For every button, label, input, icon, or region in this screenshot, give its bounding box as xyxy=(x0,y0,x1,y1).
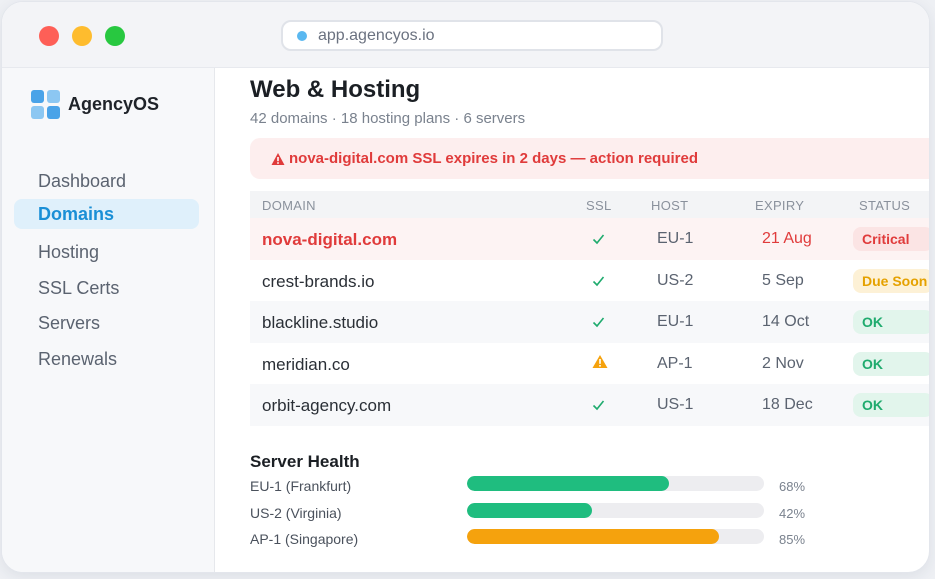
domain-cell[interactable]: nova-digital.com xyxy=(262,230,397,250)
server-label: EU-1 (Frankfurt) xyxy=(250,478,352,494)
server-health-row: EU-1 (Frankfurt) 68% xyxy=(250,476,929,496)
browser-titlebar: app.agencyos.io xyxy=(2,2,929,68)
table-row[interactable]: orbit-agency.com US-1 18 Dec OK xyxy=(250,384,929,426)
page-subtitle: 42 domains · 18 hosting plans · 6 server… xyxy=(250,110,526,127)
table-row[interactable]: meridian.co AP-1 2 Nov OK xyxy=(250,343,929,385)
minimize-window-button[interactable] xyxy=(72,26,92,46)
server-health-row: AP-1 (Singapore) 85% xyxy=(250,529,929,549)
server-load-track xyxy=(467,529,764,544)
status-badge: Critical xyxy=(853,227,929,251)
main-content: Web & Hosting 42 domains · 18 hosting pl… xyxy=(216,68,929,572)
server-health-row: US-2 (Virginia) 42% xyxy=(250,503,929,523)
close-window-button[interactable] xyxy=(39,26,59,46)
table-header: DOMAIN SSL HOST EXPIRY STATUS xyxy=(250,191,929,218)
status-badge: OK xyxy=(853,351,929,376)
server-load-fill xyxy=(467,529,720,544)
expiry-cell: 21 Aug xyxy=(762,230,812,247)
server-label: US-2 (Virginia) xyxy=(250,505,342,521)
domain-cell[interactable]: blackline.studio xyxy=(262,313,378,333)
domain-cell[interactable]: orbit-agency.com xyxy=(262,396,391,416)
server-load-fill xyxy=(467,503,592,518)
column-header-status[interactable]: STATUS xyxy=(859,198,910,213)
column-header-expiry[interactable]: EXPIRY xyxy=(755,198,804,213)
ssl-check-icon xyxy=(592,398,605,416)
ssl-check-icon xyxy=(592,232,605,250)
page-title: Web & Hosting xyxy=(250,76,421,103)
domains-table: DOMAIN SSL HOST EXPIRY STATUS nova-digit… xyxy=(250,191,929,426)
server-load-track xyxy=(467,476,764,491)
ssl-check-icon xyxy=(592,274,605,292)
sidebar-item-dashboard[interactable]: Dashboard xyxy=(38,171,126,192)
host-cell: AP-1 xyxy=(657,354,693,372)
host-cell: EU-1 xyxy=(657,313,694,331)
url-text: app.agencyos.io xyxy=(318,26,435,44)
domain-cell[interactable]: meridian.co xyxy=(262,355,350,375)
status-badge: OK xyxy=(853,310,929,335)
ssl-warning-icon xyxy=(592,354,608,374)
sidebar-item-renewals[interactable]: Renewals xyxy=(38,349,117,370)
expiry-cell: 14 Oct xyxy=(762,313,810,331)
status-badge: Due Soon xyxy=(853,268,929,293)
column-header-ssl[interactable]: SSL xyxy=(586,198,611,213)
brand-name: AgencyOS xyxy=(68,94,160,114)
warning-icon xyxy=(271,152,285,165)
server-load-percent: 42% xyxy=(779,506,806,521)
sidebar-item-ssl-certs[interactable]: SSL Certs xyxy=(38,278,119,299)
sidebar: AgencyOS Dashboard Domains Hosting SSL C… xyxy=(2,68,215,572)
maximize-window-button[interactable] xyxy=(105,26,125,46)
brand-logo[interactable]: AgencyOS xyxy=(31,90,159,119)
host-cell: US-1 xyxy=(657,396,694,414)
address-bar[interactable]: app.agencyos.io xyxy=(281,20,663,51)
table-row[interactable]: nova-digital.com EU-1 21 Aug Critical xyxy=(250,218,929,260)
host-cell: US-2 xyxy=(657,271,694,289)
server-label: AP-1 (Singapore) xyxy=(250,531,359,547)
column-header-domain[interactable]: DOMAIN xyxy=(262,198,316,213)
table-row[interactable]: crest-brands.io US-2 5 Sep Due Soon xyxy=(250,260,929,302)
secure-indicator-icon xyxy=(297,30,307,41)
app-window: app.agencyos.io AgencyOS Dashboard Domai… xyxy=(1,1,930,573)
server-load-track xyxy=(467,503,764,518)
expiry-cell: 2 Nov xyxy=(762,354,804,372)
expiry-cell: 5 Sep xyxy=(762,271,804,289)
server-health-title: Server Health xyxy=(250,452,360,471)
ssl-alert-banner[interactable]: nova-digital.com SSL expires in 2 days —… xyxy=(250,138,929,179)
domain-cell[interactable]: crest-brands.io xyxy=(262,272,374,292)
logo-grid-icon xyxy=(31,90,60,119)
server-load-percent: 68% xyxy=(779,479,806,494)
host-cell: EU-1 xyxy=(657,230,694,247)
ssl-check-icon xyxy=(592,315,605,333)
server-load-fill xyxy=(467,476,669,491)
expiry-cell: 18 Dec xyxy=(762,396,813,414)
sidebar-item-hosting[interactable]: Hosting xyxy=(38,242,99,263)
server-load-percent: 85% xyxy=(779,532,806,547)
column-header-host[interactable]: HOST xyxy=(651,198,688,213)
sidebar-item-domains[interactable]: Domains xyxy=(14,199,199,229)
alert-message: nova-digital.com SSL expires in 2 days —… xyxy=(289,150,699,167)
table-row[interactable]: blackline.studio EU-1 14 Oct OK xyxy=(250,301,929,343)
status-badge: OK xyxy=(853,393,929,418)
sidebar-item-servers[interactable]: Servers xyxy=(38,313,100,334)
